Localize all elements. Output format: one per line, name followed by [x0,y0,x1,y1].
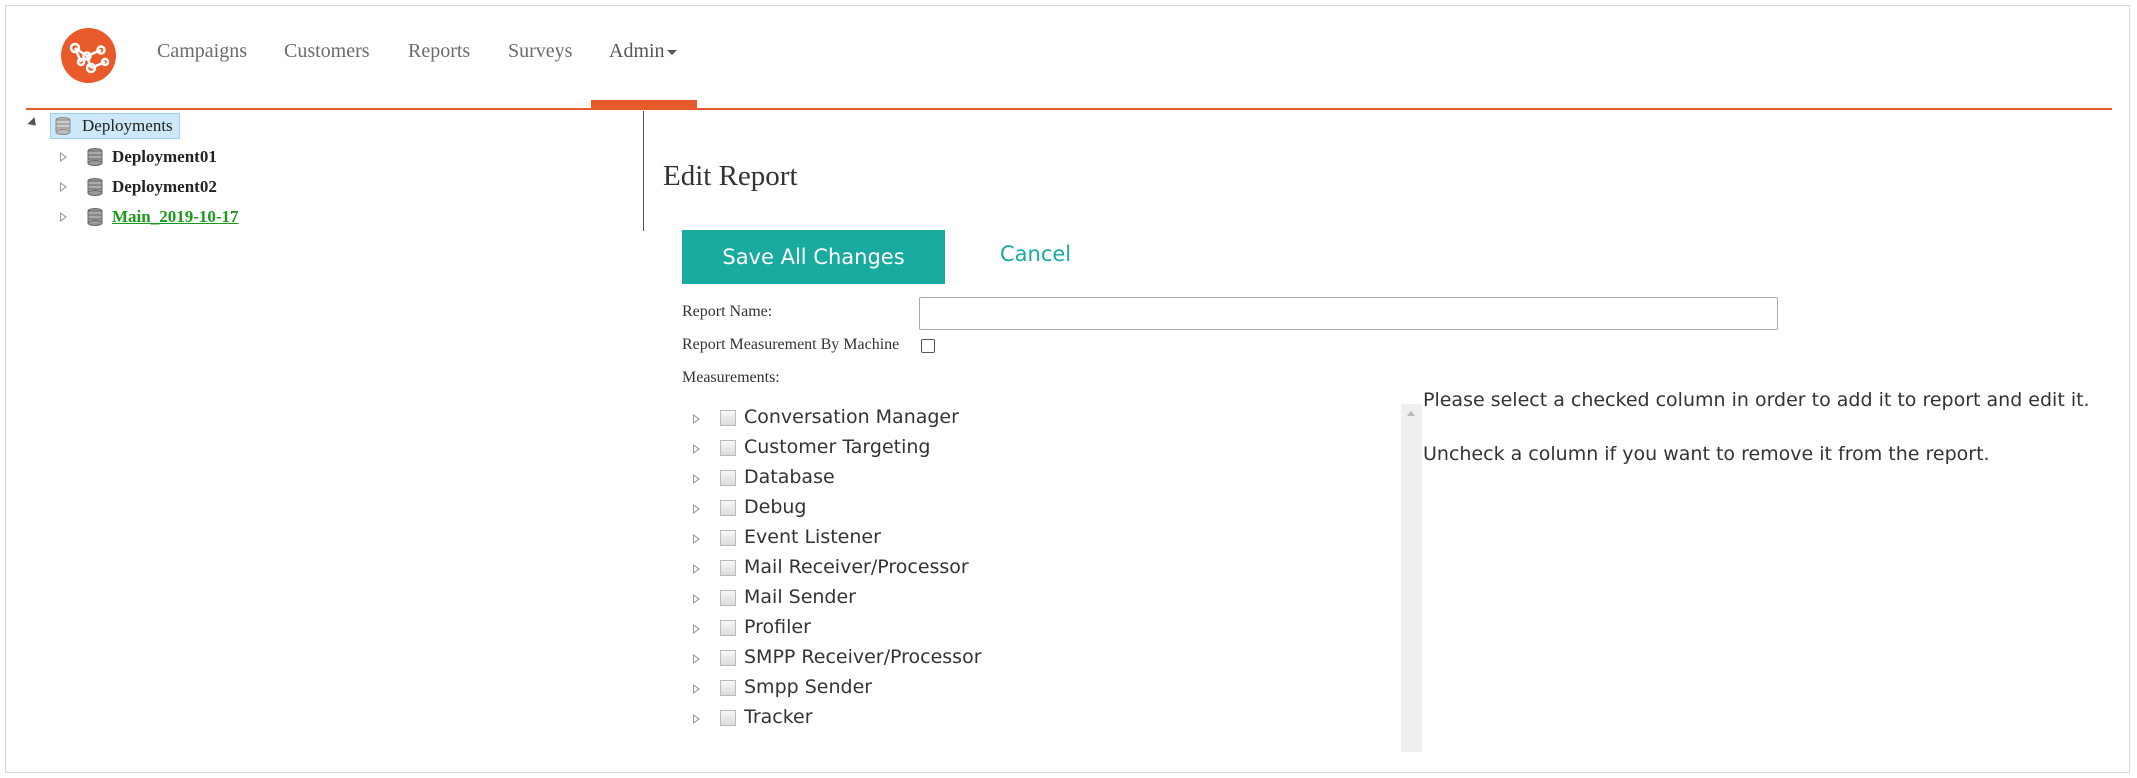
caret-down-icon [666,49,677,55]
measurement-item[interactable]: Customer Targeting [744,436,931,458]
measurement-item[interactable]: Profiler [744,616,811,638]
measurement-item[interactable]: Mail Sender [744,586,856,608]
expand-closed-icon[interactable] [693,534,700,544]
tree-panel-divider [643,111,644,231]
measurement-item[interactable]: SMPP Receiver/Processor [744,646,982,668]
expand-closed-icon[interactable] [693,504,700,514]
expand-closed-icon[interactable] [693,714,700,724]
expand-closed-icon[interactable] [60,182,67,192]
by-machine-label: Report Measurement By Machine [682,336,900,353]
nav-admin-dropdown[interactable]: Admin [609,40,677,63]
measurement-checkbox[interactable] [720,470,736,486]
tree-item-main-2019-10-17[interactable]: Main_2019-10-17 [112,207,239,227]
save-all-changes-button[interactable]: Save All Changes [682,230,945,284]
measurement-checkbox[interactable] [720,500,736,516]
page-title: Edit Report [663,160,798,192]
nav-customers[interactable]: Customers [284,40,370,63]
measurement-item[interactable]: Tracker [744,706,813,728]
expand-closed-icon[interactable] [693,654,700,664]
measurement-item[interactable]: Event Listener [744,526,881,548]
expand-closed-icon[interactable] [693,414,700,424]
measurement-checkbox[interactable] [720,590,736,606]
expand-closed-icon[interactable] [60,152,67,162]
measurement-checkbox[interactable] [720,680,736,696]
nav-campaigns[interactable]: Campaigns [157,40,247,63]
expand-closed-icon[interactable] [693,684,700,694]
report-name-input[interactable] [919,297,1778,330]
database-icon [87,148,103,166]
expand-closed-icon[interactable] [693,594,700,604]
measurement-checkbox[interactable] [720,440,736,456]
measurement-checkbox[interactable] [720,410,736,426]
measurement-item[interactable]: Debug [744,496,806,518]
expand-closed-icon[interactable] [60,212,67,222]
by-machine-checkbox[interactable] [921,339,935,353]
measurement-item[interactable]: Database [744,466,835,488]
network-logo-icon [69,42,110,74]
app-logo[interactable] [61,28,116,83]
active-tab-indicator [591,100,697,108]
nav-surveys[interactable]: Surveys [508,40,572,63]
cancel-button[interactable]: Cancel [1000,242,1071,266]
measurement-checkbox[interactable] [720,560,736,576]
help-text-select: Please select a checked column in order … [1423,389,2090,411]
measurement-item[interactable]: Smpp Sender [744,676,872,698]
help-text-uncheck: Uncheck a column if you want to remove i… [1423,443,1990,465]
measurement-checkbox[interactable] [720,710,736,726]
scroll-up-icon[interactable] [1407,411,1415,416]
measurement-item[interactable]: Conversation Manager [744,406,959,428]
database-icon [55,117,71,135]
report-name-label: Report Name: [682,303,773,320]
expand-closed-icon[interactable] [693,564,700,574]
nav-admin-label: Admin [609,40,665,62]
expand-closed-icon[interactable] [693,474,700,484]
measurement-checkbox[interactable] [720,530,736,546]
tree-root-label: Deployments [82,116,173,135]
tree-item-deployment01[interactable]: Deployment01 [112,147,217,167]
measurement-checkbox[interactable] [720,620,736,636]
measurements-label: Measurements: [682,369,780,386]
expand-closed-icon[interactable] [693,624,700,634]
database-icon [87,178,103,196]
nav-divider [26,108,2112,110]
tree-item-deployment02[interactable]: Deployment02 [112,177,217,197]
measurement-item[interactable]: Mail Receiver/Processor [744,556,969,578]
measurement-checkbox[interactable] [720,650,736,666]
expand-closed-icon[interactable] [693,444,700,454]
nav-reports[interactable]: Reports [408,40,470,63]
measurements-scrollbar[interactable] [1401,404,1422,752]
database-icon [87,208,103,226]
